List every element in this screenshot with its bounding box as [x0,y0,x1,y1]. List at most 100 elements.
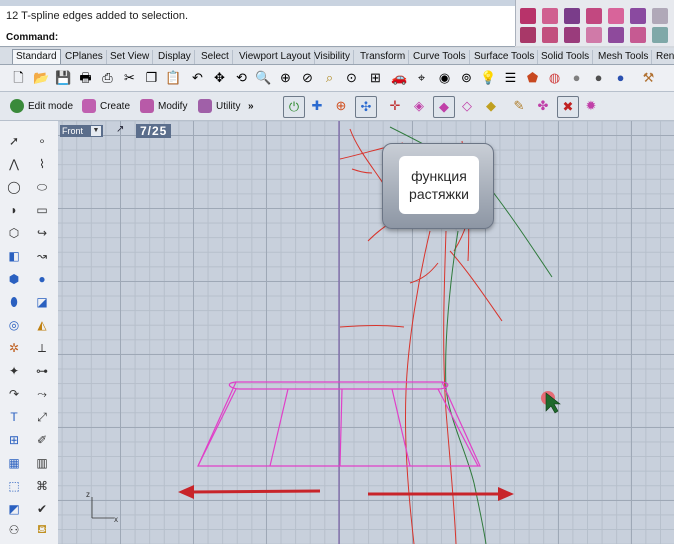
t-spline-mirror-icon[interactable] [608,27,624,43]
zoom-extents-icon[interactable]: ⊘ [299,69,316,86]
power-icon[interactable]: ⏻ [283,96,305,118]
t-spline-insert-icon[interactable] [542,27,558,43]
t-spline-split-icon[interactable]: ✤ [533,96,553,116]
t-spline-extrude-icon[interactable] [630,8,646,24]
surface-icon[interactable]: ◧ [4,246,24,266]
t-spline-delete-icon[interactable] [520,27,536,43]
select-point-icon[interactable]: ⌖ [413,69,430,86]
polyline-icon[interactable]: ⋀ [4,154,24,174]
render-icon[interactable]: ⬟ [524,69,541,86]
target-icon[interactable]: ⊚ [458,69,475,86]
t-spline-mesh-icon[interactable] [630,27,646,43]
move-icon[interactable]: ↷ [4,384,24,404]
tab-viewport-layout[interactable]: Viewport Layout [236,50,315,64]
properties-icon[interactable]: ☰ [502,69,519,86]
options-icon[interactable]: ⚒ [640,69,657,86]
tab-cplanes[interactable]: CPlanes [62,50,107,64]
trim-icon[interactable]: ⟂ [32,338,52,358]
globe-icon[interactable]: ⊕ [331,96,351,116]
cylinder-icon[interactable]: ⬮ [4,292,24,312]
torus-icon[interactable]: ◎ [4,315,24,335]
arc-icon[interactable]: ◗ [4,200,24,220]
layer-icon[interactable]: ◉ [436,69,453,86]
tab-display[interactable]: Display [155,50,195,64]
paint-bucket-icon[interactable]: ⛾ [32,520,52,540]
undo-icon[interactable]: ↶ [189,69,206,86]
sphere-icon[interactable]: ● [32,269,52,289]
mesh-icon[interactable]: ◭ [32,315,52,335]
rectangle-icon[interactable]: ▭ [32,200,52,220]
extrude-icon[interactable]: ◪ [32,292,52,312]
t-spline-weld-icon[interactable] [520,8,536,24]
t-spline-match-icon[interactable] [586,27,602,43]
new-file-icon[interactable]: 🗋 [10,69,27,86]
render-object-icon[interactable]: ◩ [4,499,24,519]
t-spline-uncrease-icon[interactable] [586,8,602,24]
t-spline-close-icon[interactable]: ✖ [557,96,579,118]
chevron-down-icon[interactable]: ▼ [91,126,102,136]
print-icon[interactable]: 🖶 [77,69,94,86]
dotted-axis-icon[interactable]: ✛ [385,96,405,116]
viewport-title[interactable]: Front ▼ [60,125,104,137]
audit-icon[interactable]: ⌘ [32,476,52,496]
polygon-icon[interactable]: ⬡ [4,223,24,243]
color-wheel-icon[interactable]: ◍ [546,69,563,86]
edit-mode-button[interactable]: Edit mode [10,98,73,114]
light-bulb-icon[interactable]: 💡 [480,69,497,86]
fillet-curve-icon[interactable]: ↪ [32,223,52,243]
text-icon[interactable]: T [4,407,24,427]
explode-icon[interactable]: ✦ [4,361,24,381]
open-folder-icon[interactable]: 📂 [33,69,50,86]
check-icon[interactable]: ✔ [32,499,52,519]
manipulator-icon[interactable]: ✣ [355,96,377,118]
analyze-icon[interactable]: ⬚ [4,476,24,496]
array-icon[interactable]: ⊞ [4,430,24,450]
ellipse-icon[interactable]: ⬭ [32,177,52,197]
pan-icon[interactable]: ✥ [211,69,228,86]
t-spline-unweld-icon[interactable] [542,8,558,24]
four-viewports-icon[interactable]: ⊞ [367,69,384,86]
curve-icon[interactable]: ⌇ [32,154,52,174]
more-tools-button[interactable]: » [248,98,254,114]
gumball-axis-icon[interactable]: ✚ [307,96,327,116]
histogram-icon[interactable]: ▥ [32,453,52,473]
t-spline-convert-icon[interactable] [652,27,668,43]
cut-icon[interactable]: ✂ [121,69,138,86]
offset-curve-icon[interactable]: ↝ [32,246,52,266]
gloss-sphere-icon[interactable]: ● [590,69,607,86]
zoom-window-icon[interactable]: ⊕ [277,69,294,86]
utility-button[interactable]: Utility [198,98,240,114]
t-spline-settings-icon[interactable]: ✹ [581,96,601,116]
dimension-icon[interactable]: ⤢ [32,407,52,427]
paste-icon[interactable]: 📋 [165,69,182,86]
box-icon[interactable]: ⬢ [4,269,24,289]
copy-icon[interactable]: ❐ [143,69,160,86]
boolean-icon[interactable]: ✲ [4,338,24,358]
join-icon[interactable]: ⊶ [32,361,52,381]
car-icon[interactable]: 🚗 [391,69,408,86]
create-button[interactable]: Create [82,98,130,114]
tab-mesh-tools[interactable]: Mesh Tools [595,50,653,64]
tab-solid-tools[interactable]: Solid Tools [538,50,594,64]
tab-visibility[interactable]: Visibility [311,50,354,64]
circle-icon[interactable]: ◯ [4,177,24,197]
t-spline-solid-icon[interactable]: ◆ [433,96,455,118]
zoom-icon[interactable]: 🔍 [255,69,272,86]
pencil-icon[interactable]: ✐ [32,430,52,450]
tab-transform[interactable]: Transform [357,50,410,64]
t-spline-subdivide-icon[interactable] [564,27,580,43]
command-input[interactable] [60,31,500,44]
copy-object-icon[interactable]: ⤳ [32,384,52,404]
import-icon[interactable]: ⎙ [99,69,116,86]
dims-icon[interactable]: ⚇ [4,520,24,540]
t-spline-cube-icon[interactable]: ◆ [481,96,501,116]
t-spline-paint-icon[interactable]: ✎ [509,96,529,116]
t-spline-thicken-icon[interactable] [652,8,668,24]
tab-render[interactable]: Ren [653,50,674,64]
group-icon[interactable]: ▦ [4,453,24,473]
save-icon[interactable]: 💾 [55,69,72,86]
blue-sphere-icon[interactable]: ● [612,69,629,86]
rotate-view-icon[interactable]: ⟲ [233,69,250,86]
zoom-target-icon[interactable]: ⊙ [343,69,360,86]
point-icon[interactable]: ∘ [32,131,52,151]
